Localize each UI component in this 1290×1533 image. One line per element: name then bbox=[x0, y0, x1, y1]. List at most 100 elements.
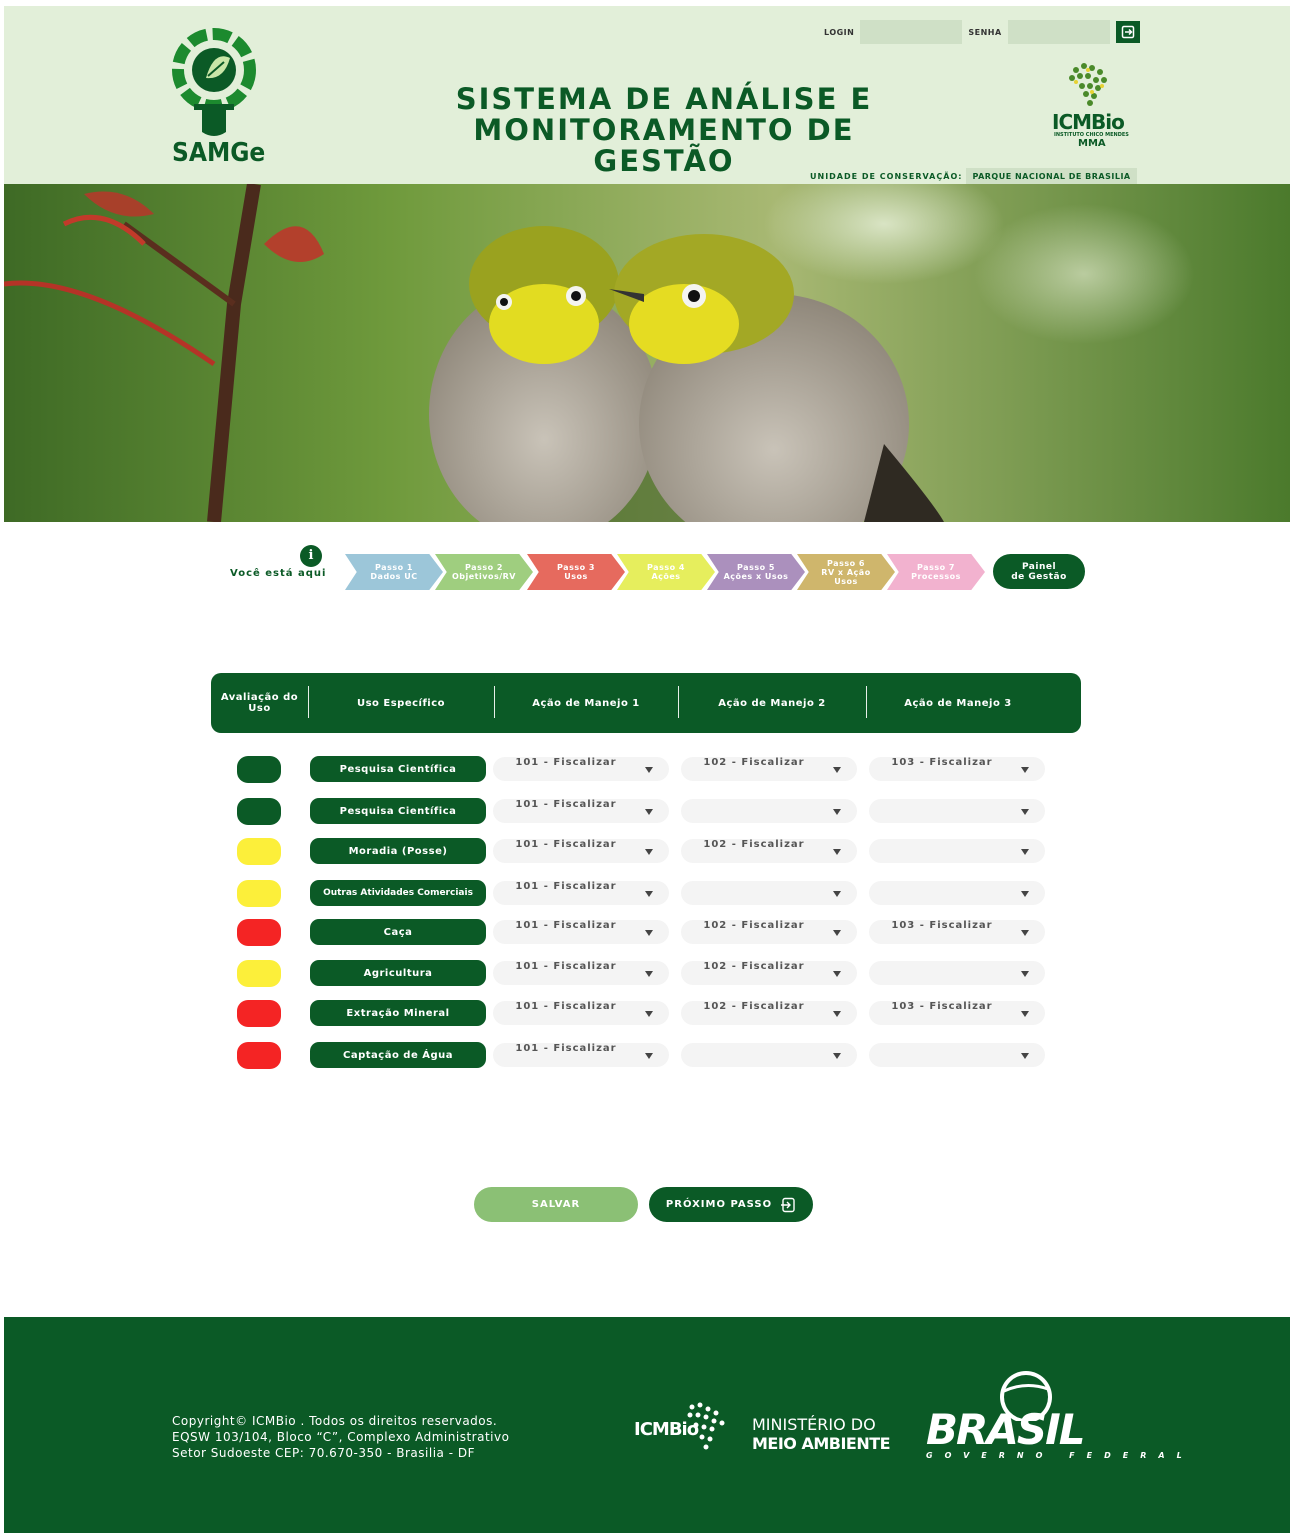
info-icon[interactable]: i bbox=[300, 545, 322, 567]
dropdown-arrow-icon[interactable] bbox=[833, 809, 841, 815]
table-row: Agricultura 101 - Fiscalizar 102 - Fiscali… bbox=[0, 959, 1290, 989]
footer-mma-logo[interactable]: MINISTÉRIO DO MEIO AMBIENTE bbox=[752, 1415, 891, 1453]
acao-manejo-3-select[interactable] bbox=[869, 961, 1045, 985]
acao-manejo-1-select[interactable]: 101 - Fiscalizar bbox=[493, 1001, 669, 1025]
dropdown-arrow-icon[interactable] bbox=[1021, 891, 1029, 897]
acao-manejo-3-select[interactable]: 103 - Fiscalizar bbox=[869, 920, 1045, 944]
step-label: Objetivos/RV bbox=[451, 572, 516, 581]
dropdown-arrow-icon[interactable] bbox=[645, 1011, 653, 1017]
acao-manejo-2-select[interactable]: 102 - Fiscalizar bbox=[681, 1001, 857, 1025]
dropdown-arrow-icon[interactable] bbox=[833, 849, 841, 855]
proximo-passo-button[interactable]: PRÓXIMO PASSO bbox=[649, 1187, 813, 1222]
dropdown-arrow-icon[interactable] bbox=[833, 1053, 841, 1059]
step-1[interactable]: Passo 1 Dados UC bbox=[345, 554, 443, 590]
acao-manejo-2-select[interactable]: 102 - Fiscalizar bbox=[681, 920, 857, 944]
avaliacao-status-indicator[interactable] bbox=[237, 1000, 281, 1027]
brazil-map-dots-icon bbox=[1069, 63, 1107, 106]
dropdown-arrow-icon[interactable] bbox=[833, 930, 841, 936]
acao-manejo-2-select[interactable] bbox=[681, 881, 857, 905]
salvar-button[interactable]: SALVAR bbox=[474, 1187, 638, 1222]
dropdown-arrow-icon[interactable] bbox=[645, 849, 653, 855]
acao-manejo-2-select[interactable] bbox=[681, 1043, 857, 1067]
avaliacao-status-indicator[interactable] bbox=[237, 838, 281, 865]
acao-manejo-2-select[interactable]: 102 - Fiscalizar bbox=[681, 757, 857, 781]
dropdown-arrow-icon[interactable] bbox=[645, 971, 653, 977]
avaliacao-status-indicator[interactable] bbox=[237, 960, 281, 987]
dropdown-arrow-icon[interactable] bbox=[833, 767, 841, 773]
step-4[interactable]: Passo 4 Ações bbox=[617, 554, 715, 590]
acao-manejo-3-select[interactable]: 103 - Fiscalizar bbox=[869, 1001, 1045, 1025]
acao-manejo-2-select[interactable]: 102 - Fiscalizar bbox=[681, 839, 857, 863]
dropdown-arrow-icon[interactable] bbox=[1021, 930, 1029, 936]
acao-manejo-1-select[interactable]: 101 - Fiscalizar bbox=[493, 1043, 669, 1067]
select-value bbox=[681, 881, 827, 905]
uso-especifico-label[interactable]: Moradia (Posse) bbox=[310, 838, 486, 864]
acao-manejo-1-select[interactable]: 101 - Fiscalizar bbox=[493, 839, 669, 863]
avaliacao-status-indicator[interactable] bbox=[237, 1042, 281, 1069]
acao-manejo-1-select[interactable]: 101 - Fiscalizar bbox=[493, 961, 669, 985]
dropdown-arrow-icon[interactable] bbox=[645, 891, 653, 897]
acao-manejo-1-select[interactable]: 101 - Fiscalizar bbox=[493, 881, 669, 905]
uso-especifico-label[interactable]: Outras Atividades Comerciais bbox=[310, 880, 486, 906]
samge-logo[interactable]: SAMGe bbox=[164, 28, 265, 178]
login-label: LOGIN bbox=[824, 27, 855, 37]
avaliacao-status-indicator[interactable] bbox=[237, 798, 281, 825]
footer-line-1: Copyright© ICMBio . Todos os direitos re… bbox=[172, 1414, 498, 1428]
dropdown-arrow-icon[interactable] bbox=[833, 1011, 841, 1017]
dropdown-arrow-icon[interactable] bbox=[645, 930, 653, 936]
senha-input[interactable] bbox=[1007, 20, 1110, 44]
footer-brasil-text: BRASIL bbox=[926, 1405, 1085, 1454]
uso-especifico-label[interactable]: Pesquisa Científica bbox=[310, 798, 486, 824]
step-3[interactable]: Passo 3 Usos bbox=[527, 554, 625, 590]
dropdown-arrow-icon[interactable] bbox=[1021, 809, 1029, 815]
avaliacao-status-indicator[interactable] bbox=[237, 919, 281, 946]
acao-manejo-2-select[interactable] bbox=[681, 799, 857, 823]
acao-manejo-3-select[interactable] bbox=[869, 799, 1045, 823]
acao-manejo-3-select[interactable] bbox=[869, 1043, 1045, 1067]
uso-especifico-label[interactable]: Pesquisa Científica bbox=[310, 756, 486, 782]
acao-manejo-3-select[interactable] bbox=[869, 839, 1045, 863]
acao-manejo-2-select[interactable]: 102 - Fiscalizar bbox=[681, 961, 857, 985]
dropdown-arrow-icon[interactable] bbox=[645, 809, 653, 815]
next-step-icon bbox=[781, 1197, 795, 1212]
step-label: Passo 3 bbox=[557, 563, 595, 572]
dropdown-arrow-icon[interactable] bbox=[1021, 767, 1029, 773]
uso-especifico-label[interactable]: Extração Mineral bbox=[310, 1000, 486, 1026]
painel-label-1: Painel bbox=[1021, 561, 1057, 572]
uso-especifico-label[interactable]: Captação de Água bbox=[310, 1042, 486, 1068]
step-6[interactable]: Passo 6 RV x Ação Usos bbox=[797, 554, 895, 590]
step-7[interactable]: Passo 7 Processos bbox=[887, 554, 985, 590]
uso-especifico-label[interactable]: Caça bbox=[310, 919, 486, 945]
dropdown-arrow-icon[interactable] bbox=[1021, 1053, 1029, 1059]
select-value: 102 - Fiscalizar bbox=[703, 920, 805, 931]
acao-manejo-3-select[interactable] bbox=[869, 881, 1045, 905]
table-row: Caça 101 - Fiscalizar 102 - Fiscalizar 103 … bbox=[0, 918, 1290, 948]
dropdown-arrow-icon[interactable] bbox=[1021, 971, 1029, 977]
avaliacao-status-indicator[interactable] bbox=[237, 880, 281, 907]
table-row: Pesquisa Científica 101 - Fiscalizar 102 -… bbox=[0, 755, 1290, 785]
acao-manejo-1-select[interactable]: 101 - Fiscalizar bbox=[493, 920, 669, 944]
footer-icmbio-text: ICMBio bbox=[634, 1419, 699, 1440]
footer-brasil-logo[interactable]: BRASIL GOVERNO FEDERAL bbox=[922, 1371, 1182, 1461]
dropdown-arrow-icon[interactable] bbox=[833, 891, 841, 897]
uso-especifico-label[interactable]: Agricultura bbox=[310, 960, 486, 986]
login-input[interactable] bbox=[860, 20, 963, 44]
unidade-conservacao: UNIDADE DE CONSERVAÇÃO: PARQUE NACIONAL … bbox=[810, 168, 1137, 185]
step-5[interactable]: Passo 5 Ações x Usos bbox=[707, 554, 805, 590]
app-root: SAMGe SISTEMA DE ANÁLISE E MONITORAMENTO… bbox=[0, 0, 1290, 1533]
unidade-value[interactable]: PARQUE NACIONAL DE BRASILIA bbox=[966, 168, 1137, 185]
acao-manejo-1-select[interactable]: 101 - Fiscalizar bbox=[493, 799, 669, 823]
footer-icmbio-logo[interactable]: ICMBio bbox=[634, 1397, 734, 1457]
dropdown-arrow-icon[interactable] bbox=[833, 971, 841, 977]
dropdown-arrow-icon[interactable] bbox=[1021, 849, 1029, 855]
avaliacao-status-indicator[interactable] bbox=[237, 756, 281, 783]
painel-de-gestao-button[interactable]: Painel de Gestão bbox=[993, 554, 1085, 589]
select-value: 103 - Fiscalizar bbox=[891, 920, 993, 931]
step-2[interactable]: Passo 2 Objetivos/RV bbox=[435, 554, 533, 590]
dropdown-arrow-icon[interactable] bbox=[1021, 1011, 1029, 1017]
acao-manejo-3-select[interactable]: 103 - Fiscalizar bbox=[869, 757, 1045, 781]
acao-manejo-1-select[interactable]: 101 - Fiscalizar bbox=[493, 757, 669, 781]
dropdown-arrow-icon[interactable] bbox=[645, 767, 653, 773]
dropdown-arrow-icon[interactable] bbox=[645, 1053, 653, 1059]
login-submit-button[interactable] bbox=[1115, 21, 1140, 43]
